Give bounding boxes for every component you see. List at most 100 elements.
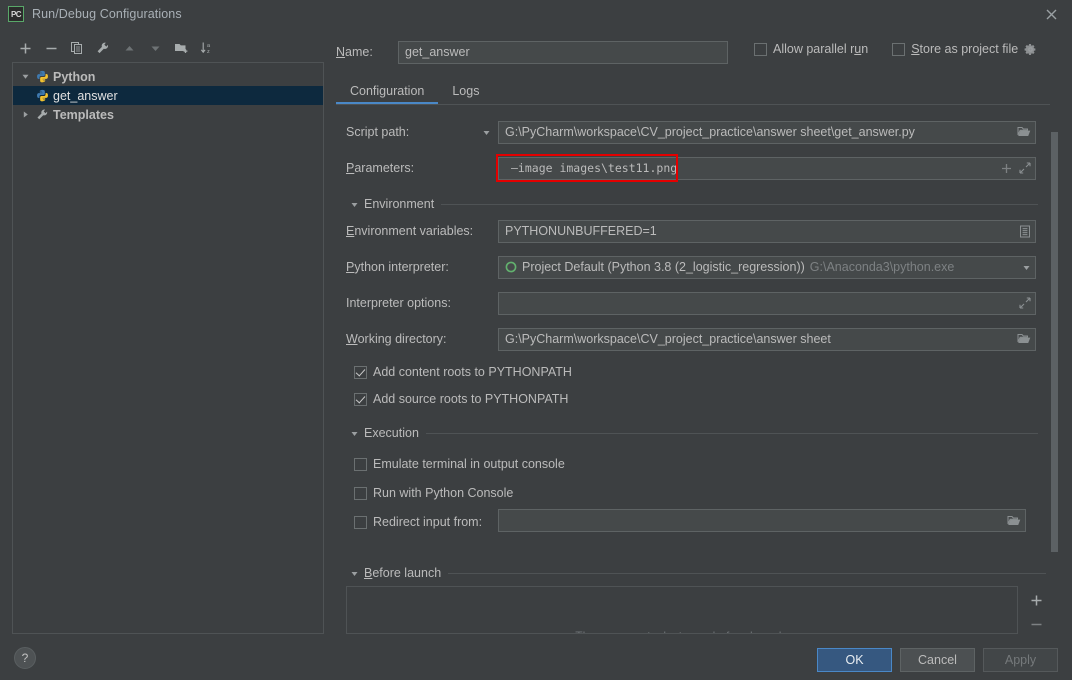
run-debug-configurations-dialog: PC Run/Debug Configurations a z Python g… — [0, 0, 1072, 680]
expand-icon[interactable] — [1019, 297, 1031, 309]
add-configuration-button[interactable] — [12, 37, 38, 59]
checkbox-box — [892, 42, 906, 56]
plus-icon[interactable] — [1001, 163, 1012, 174]
tree-item-label: Python — [53, 69, 96, 84]
before-launch-empty-text: There are no tasks to run before launch. — [347, 629, 1017, 633]
python-icon — [33, 86, 51, 105]
configuration-scrollbar-thumb[interactable] — [1051, 132, 1058, 552]
environment-variables-label: Environment variables: — [346, 224, 474, 238]
checkbox-label: Emulate terminal in output console — [373, 457, 565, 471]
remove-configuration-button[interactable] — [38, 37, 64, 59]
python-interpreter-value: Project Default (Python 3.8 (2_logistic_… — [522, 260, 805, 274]
checkbox-box — [354, 515, 367, 529]
tab-separator — [336, 104, 1050, 105]
before-launch-remove-button[interactable] — [1024, 612, 1048, 636]
checkbox-box — [354, 365, 367, 379]
emulate-terminal-checkbox[interactable]: Emulate terminal in output console — [354, 455, 565, 473]
folder-open-icon[interactable] — [1007, 515, 1021, 527]
redirect-input-checkbox[interactable]: Redirect input from: — [354, 513, 482, 531]
python-interpreter-label: Python interpreter: — [346, 260, 449, 274]
python-interpreter-path: G:\Anaconda3\python.exe — [809, 260, 955, 274]
section-divider — [425, 432, 1038, 434]
top-options: Allow parallel run Store as project file — [754, 42, 1037, 56]
chevron-right-icon[interactable] — [17, 105, 33, 124]
edit-templates-button[interactable] — [90, 37, 116, 59]
chevron-down-icon[interactable] — [346, 429, 362, 438]
script-path-value: G:\PyCharm\workspace\CV_project_practice… — [505, 125, 915, 139]
checkbox-box — [354, 457, 367, 471]
section-divider — [448, 572, 1046, 574]
folder-open-icon[interactable] — [1017, 333, 1031, 345]
script-path-row: Script path: G:\PyCharm\workspace\CV_pro… — [346, 120, 1038, 144]
script-path-field[interactable]: G:\PyCharm\workspace\CV_project_practice… — [498, 120, 1036, 144]
apply-button: Apply — [983, 648, 1058, 672]
environment-variables-row: Environment variables: PYTHONUNBUFFERED=… — [346, 219, 1038, 243]
before-launch-panel[interactable]: There are no tasks to run before launch. — [346, 586, 1018, 634]
checkbox-box — [354, 392, 367, 406]
move-up-button[interactable] — [116, 37, 142, 59]
checkbox-label: Add source roots to PYTHONPATH — [373, 392, 569, 406]
environment-section-header: Environment — [346, 196, 1038, 212]
working-directory-value: G:\PyCharm\workspace\CV_project_practice… — [505, 332, 831, 346]
ok-button[interactable]: OK — [817, 648, 892, 672]
name-label: Name: — [336, 45, 373, 59]
store-as-project-file-checkbox[interactable]: Store as project file — [892, 42, 1037, 56]
environment-variables-value: PYTHONUNBUFFERED=1 — [505, 224, 657, 238]
copy-configuration-button[interactable] — [64, 37, 90, 59]
parameters-label: Parameters: — [346, 161, 415, 175]
add-source-roots-checkbox[interactable]: Add source roots to PYTHONPATH — [354, 390, 568, 408]
new-folder-button[interactable] — [168, 37, 194, 59]
checkbox-label: Store as project file — [911, 42, 1019, 56]
gear-icon[interactable] — [1024, 43, 1037, 56]
redirect-input-field[interactable] — [498, 509, 1026, 532]
tree-item-get-answer[interactable]: get_answer — [13, 86, 323, 105]
python-interpreter-field[interactable]: Project Default (Python 3.8 (2_logistic_… — [498, 255, 1036, 279]
working-directory-label: Working directory: — [346, 332, 447, 346]
working-directory-field[interactable]: G:\PyCharm\workspace\CV_project_practice… — [498, 327, 1036, 351]
checkbox-label: Run with Python Console — [373, 486, 514, 500]
interpreter-options-field[interactable] — [498, 291, 1036, 315]
checkbox-label: Add content roots to PYTHONPATH — [373, 365, 572, 379]
add-content-roots-checkbox[interactable]: Add content roots to PYTHONPATH — [354, 363, 572, 381]
python-icon — [33, 67, 51, 86]
tab-logs[interactable]: Logs — [438, 78, 493, 104]
configurations-tree[interactable]: Python get_answer Templates — [12, 62, 324, 634]
move-down-button[interactable] — [142, 37, 168, 59]
checkbox-box — [354, 486, 367, 500]
parameters-field[interactable]: —image images\test11.png — [498, 156, 1036, 180]
tab-configuration[interactable]: Configuration — [336, 78, 439, 104]
checkbox-label: Allow parallel run — [773, 42, 869, 56]
interpreter-options-label: Interpreter options: — [346, 296, 451, 310]
chevron-down-icon[interactable] — [474, 128, 498, 137]
tree-item-label: Templates — [53, 107, 114, 122]
configuration-pane: Name: Allow parallel run Store as projec… — [336, 32, 1060, 632]
section-title: Execution — [364, 426, 419, 440]
parameters-value: —image images\test11.png — [511, 161, 678, 175]
chevron-down-icon[interactable] — [1022, 263, 1031, 272]
configuration-form: Script path: G:\PyCharm\workspace\CV_pro… — [336, 106, 1050, 632]
name-input[interactable] — [398, 40, 728, 64]
cancel-button[interactable]: Cancel — [900, 648, 975, 672]
expand-icon[interactable] — [1019, 162, 1031, 174]
chevron-down-icon[interactable] — [346, 569, 362, 578]
close-icon[interactable] — [1030, 0, 1072, 28]
chevron-down-icon[interactable] — [346, 200, 362, 209]
allow-parallel-run-checkbox[interactable]: Allow parallel run — [754, 42, 868, 56]
checkbox-box — [754, 42, 767, 56]
environment-variables-field[interactable]: PYTHONUNBUFFERED=1 — [498, 219, 1036, 243]
interpreter-options-row: Interpreter options: — [346, 291, 1038, 315]
sort-configurations-button[interactable]: a z — [194, 37, 220, 59]
tree-item-label: get_answer — [53, 88, 118, 103]
before-launch-add-button[interactable] — [1024, 588, 1048, 612]
folder-open-icon[interactable] — [1017, 126, 1031, 138]
title-bar: PC Run/Debug Configurations — [0, 0, 1072, 28]
tree-item-templates[interactable]: Templates — [13, 105, 323, 124]
run-with-python-console-checkbox[interactable]: Run with Python Console — [354, 484, 513, 502]
help-button[interactable]: ? — [14, 647, 36, 669]
checkbox-label: Redirect input from: — [373, 515, 483, 529]
section-divider — [441, 203, 1038, 205]
tab-label: Configuration — [350, 84, 425, 98]
chevron-down-icon[interactable] — [17, 67, 33, 86]
tree-item-python[interactable]: Python — [13, 67, 323, 86]
list-edit-icon[interactable] — [1019, 225, 1031, 238]
